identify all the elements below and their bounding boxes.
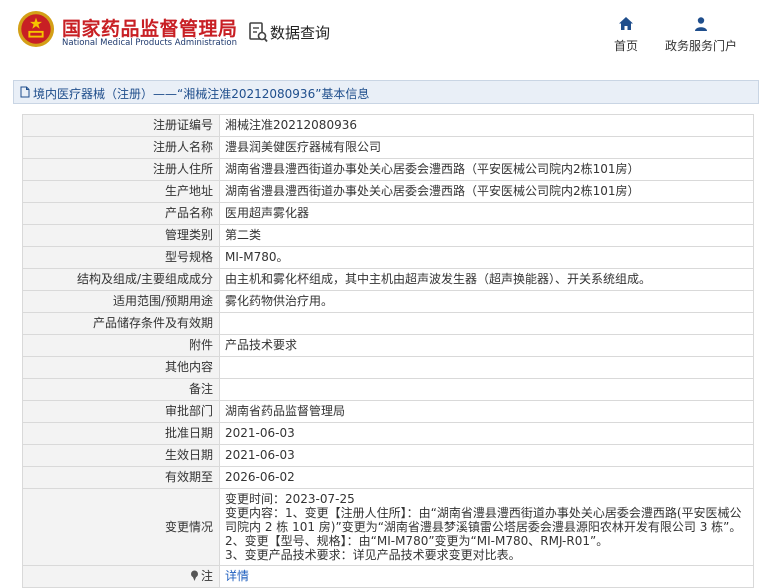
field-value-other [219, 356, 754, 379]
table-row: 结构及组成/主要组成成分 由主机和雾化杯组成，其中主机由超声波发生器（超声换能器… [22, 268, 754, 291]
table-row: 批准日期 2021-06-03 [22, 422, 754, 445]
details-link[interactable]: 详情 [225, 569, 249, 583]
nav-home-label: 首页 [613, 39, 638, 53]
table-row: 型号规格 MI-M780。 [22, 246, 754, 269]
field-value-model-spec: MI-M780。 [219, 246, 754, 269]
breadcrumb-text: 境内医疗器械（注册）——“湘械注准20212080936”基本信息 [33, 87, 370, 101]
table-row: 注册证编号 湘械注准20212080936 [22, 114, 754, 137]
site-header: 国家药品监督管理局 National Medical Products Admi… [0, 0, 760, 66]
nav-gov-portal-label: 政务服务门户 [664, 39, 737, 53]
table-row: 变更情况 变更时间：2023-07-25 变更内容：1、变更【注册人住所】：由“… [22, 488, 754, 566]
field-value-note: 详情 [219, 565, 754, 588]
field-label-change-history: 变更情况 [22, 488, 220, 566]
change-line: 变更时间：2023-07-25 [225, 492, 355, 506]
field-label-effective-date: 生效日期 [22, 444, 220, 467]
field-value-effective-date: 2021-06-03 [219, 444, 754, 467]
table-row: 有效期至 2026-06-02 [22, 466, 754, 489]
field-label-attachment: 附件 [22, 334, 220, 357]
table-row: 管理类别 第二类 [22, 224, 754, 247]
site-title[interactable]: 国家药品监督管理局 [62, 14, 238, 41]
site-subtitle: National Medical Products Administration [62, 38, 237, 48]
field-label-registrant-address: 注册人住所 [22, 158, 220, 181]
field-label-expiry-date: 有效期至 [22, 466, 220, 489]
field-label-production-address: 生产地址 [22, 180, 220, 203]
field-label-cert-number: 注册证编号 [22, 114, 220, 137]
record-detail-table: 注册证编号 湘械注准20212080936 注册人名称 澧县润美健医疗器械有限公… [22, 114, 754, 588]
nav-home-button[interactable]: 首页 [606, 16, 646, 54]
field-value-registrant-address: 湖南省澧县澧西街道办事处关心居委会澧西路（平安医械公司院内2栋101房） [219, 158, 754, 181]
field-label-intended-use: 适用范围/预期用途 [22, 290, 220, 313]
change-line: 2、变更【型号、规格】：由“MI-M780”变更为“MI-M780、RMJ-R0… [225, 534, 609, 548]
table-row: 产品名称 医用超声雾化器 [22, 202, 754, 225]
table-row: 适用范围/预期用途 雾化药物供治疗用。 [22, 290, 754, 313]
table-row: 附件 产品技术要求 [22, 334, 754, 357]
data-query-label: 数据查询 [270, 24, 331, 42]
user-icon [695, 17, 707, 31]
table-row: 生效日期 2021-06-03 [22, 444, 754, 467]
field-label-structure: 结构及组成/主要组成成分 [22, 268, 220, 291]
pin-icon [190, 570, 198, 581]
table-row: 注册人名称 澧县润美健医疗器械有限公司 [22, 136, 754, 159]
field-value-management-class: 第二类 [219, 224, 754, 247]
field-value-remark [219, 378, 754, 401]
national-emblem-icon [17, 10, 55, 48]
table-row: 备注 [22, 378, 754, 401]
change-line: 变更内容：1、变更【注册人住所】：由“湖南省澧县澧西街道办事处关心居委会澧西路(… [225, 506, 742, 534]
field-value-cert-number: 湘械注准20212080936 [219, 114, 754, 137]
field-value-production-address: 湖南省澧县澧西街道办事处关心居委会澧西路（平安医械公司院内2栋101房） [219, 180, 754, 203]
field-value-storage [219, 312, 754, 335]
field-label-product-name: 产品名称 [22, 202, 220, 225]
field-value-product-name: 医用超声雾化器 [219, 202, 754, 225]
home-icon [619, 17, 633, 30]
field-label-note: 注 [22, 565, 220, 588]
document-icon [20, 86, 30, 98]
change-line: 3、变更产品技术要求：详见产品技术要求变更对比表。 [225, 548, 521, 562]
field-value-approval-date: 2021-06-03 [219, 422, 754, 445]
note-label: 注 [200, 569, 213, 583]
field-label-management-class: 管理类别 [22, 224, 220, 247]
nav-gov-portal-button[interactable]: 政务服务门户 [660, 16, 742, 54]
field-value-structure: 由主机和雾化杯组成，其中主机由超声波发生器（超声换能器）、开关系统组成。 [219, 268, 754, 291]
table-row: 生产地址 湖南省澧县澧西街道办事处关心居委会澧西路（平安医械公司院内2栋101房… [22, 180, 754, 203]
field-value-expiry-date: 2026-06-02 [219, 466, 754, 489]
field-label-approval-date: 批准日期 [22, 422, 220, 445]
data-query-icon [249, 22, 268, 43]
field-label-storage: 产品储存条件及有效期 [22, 312, 220, 335]
field-label-model-spec: 型号规格 [22, 246, 220, 269]
field-label-approval-dept: 审批部门 [22, 400, 220, 423]
table-row: 产品储存条件及有效期 [22, 312, 754, 335]
breadcrumb: 境内医疗器械（注册）——“湘械注准20212080936”基本信息 [13, 80, 759, 104]
field-value-approval-dept: 湖南省药品监督管理局 [219, 400, 754, 423]
field-label-registrant-name: 注册人名称 [22, 136, 220, 159]
table-row: 注 详情 [22, 565, 754, 588]
table-row: 审批部门 湖南省药品监督管理局 [22, 400, 754, 423]
field-value-registrant-name: 澧县润美健医疗器械有限公司 [219, 136, 754, 159]
table-row: 其他内容 [22, 356, 754, 379]
field-label-other: 其他内容 [22, 356, 220, 379]
field-value-change-history: 变更时间：2023-07-25 变更内容：1、变更【注册人住所】：由“湖南省澧县… [219, 488, 754, 566]
field-value-attachment: 产品技术要求 [219, 334, 754, 357]
field-label-remark: 备注 [22, 378, 220, 401]
field-value-intended-use: 雾化药物供治疗用。 [219, 290, 754, 313]
table-row: 注册人住所 湖南省澧县澧西街道办事处关心居委会澧西路（平安医械公司院内2栋101… [22, 158, 754, 181]
